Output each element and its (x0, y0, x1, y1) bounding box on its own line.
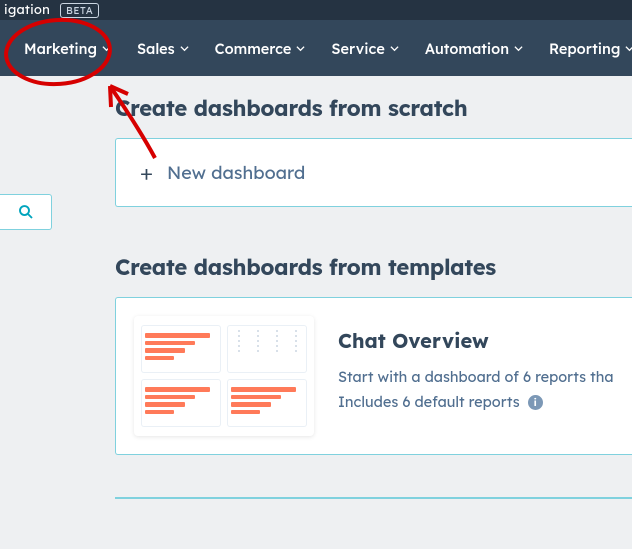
chevron-down-icon (102, 44, 111, 53)
plus-icon: + (140, 162, 153, 184)
template-desc: Start with a dashboard of 6 reports tha (338, 365, 614, 390)
new-dashboard-label: New dashboard (167, 161, 305, 184)
template-includes: Includes 6 default reports i (338, 390, 614, 415)
template-divider (115, 497, 632, 499)
mini-chart (228, 380, 306, 426)
search-icon (17, 203, 35, 221)
template-title: Chat Overview (338, 328, 614, 353)
beta-badge: BETA (60, 3, 99, 18)
mini-chart (142, 326, 220, 372)
mini-chart (142, 380, 220, 426)
nav-label: Commerce (215, 39, 292, 58)
nav-label: Reporting (549, 39, 620, 58)
new-dashboard-button[interactable]: + New dashboard (140, 161, 632, 184)
chevron-down-icon (514, 44, 523, 53)
mini-chart (228, 326, 306, 372)
nav-reporting[interactable]: Reporting (549, 39, 632, 58)
chevron-down-icon (180, 44, 189, 53)
chevron-down-icon (296, 44, 305, 53)
main-nav: Marketing Sales Commerce Service Automat… (0, 20, 632, 76)
section-title-scratch: Create dashboards from scratch (115, 94, 632, 122)
chevron-down-icon (390, 44, 399, 53)
nav-sales[interactable]: Sales (137, 39, 189, 58)
search-input[interactable] (0, 194, 52, 230)
chevron-down-icon (625, 44, 632, 53)
navigation-label: igation (4, 2, 50, 18)
template-meta: Chat Overview Start with a dashboard of … (338, 316, 614, 436)
nav-marketing[interactable]: Marketing (24, 39, 111, 58)
info-icon[interactable]: i (528, 395, 543, 410)
template-card-chat-overview[interactable]: Chat Overview Start with a dashboard of … (115, 297, 632, 455)
section-title-templates: Create dashboards from templates (115, 253, 632, 281)
new-dashboard-card[interactable]: + New dashboard (115, 138, 632, 207)
nav-label: Service (331, 39, 384, 58)
nav-label: Automation (425, 39, 509, 58)
nav-label: Marketing (24, 39, 97, 58)
nav-commerce[interactable]: Commerce (215, 39, 306, 58)
nav-service[interactable]: Service (331, 39, 398, 58)
nav-label: Sales (137, 39, 175, 58)
template-thumbnail (134, 316, 314, 436)
nav-automation[interactable]: Automation (425, 39, 523, 58)
top-strip: igation BETA (0, 0, 632, 20)
